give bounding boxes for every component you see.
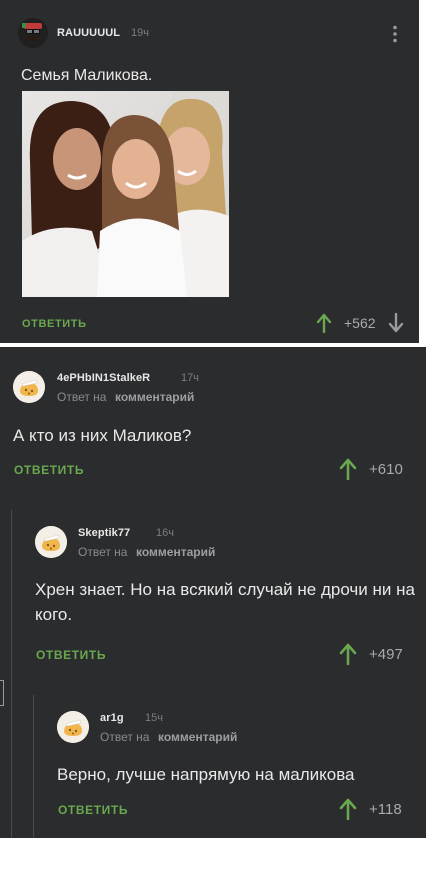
more-menu-button[interactable]: [388, 24, 402, 44]
comment-upvote-button[interactable]: [339, 458, 357, 481]
comment-username[interactable]: Skeptik77: [78, 527, 130, 539]
thread-line: [33, 695, 34, 838]
comment-upvote-button[interactable]: [339, 643, 357, 666]
reply-to-link[interactable]: комментарий: [136, 545, 215, 559]
collapse-thread-handle[interactable]: [0, 680, 4, 706]
upvote-arrow-icon: [316, 313, 332, 334]
comment-time: 17ч: [181, 372, 199, 384]
comment-avatar[interactable]: [13, 371, 45, 403]
post-avatar[interactable]: [18, 18, 48, 48]
post-text: Семья Маликова.: [21, 67, 153, 84]
user-avatar-icon: [18, 18, 48, 48]
reply-to-link[interactable]: комментарий: [158, 730, 237, 744]
comment-reply-button[interactable]: ОТВЕТИТЬ: [36, 648, 106, 662]
comment-text: А кто из них Маликов?: [13, 426, 192, 445]
post-time: 19ч: [131, 27, 149, 39]
post-upvote-button[interactable]: [316, 313, 332, 334]
comment-text: Хрен знает. Но на всякий случай не дрочи…: [35, 580, 415, 624]
comment-reply-button[interactable]: ОТВЕТИТЬ: [14, 463, 84, 477]
reply-to-link[interactable]: комментарий: [115, 390, 194, 404]
comment-time: 15ч: [145, 712, 163, 724]
comment-score: +497: [369, 646, 403, 663]
comment-username[interactable]: 4ePHbIN1StalkeR: [57, 372, 150, 384]
post-score: +562: [344, 315, 376, 331]
cookie-avatar-icon: [13, 371, 45, 403]
upvote-arrow-icon: [339, 458, 357, 481]
post-image[interactable]: [22, 91, 229, 297]
thread-line: [11, 510, 12, 838]
comment-username[interactable]: ar1g: [100, 712, 124, 724]
comment-score: +118: [369, 801, 402, 818]
comment-reply-button[interactable]: ОТВЕТИТЬ: [58, 803, 128, 817]
comment-upvote-button[interactable]: [339, 798, 357, 821]
cookie-avatar-icon: [35, 526, 67, 558]
upvote-arrow-icon: [339, 643, 357, 666]
reply-to-prefix: Ответ на: [100, 730, 150, 744]
family-photo: [22, 91, 229, 297]
comment-text: Верно, лучше напрямую на маликова: [57, 765, 355, 784]
downvote-arrow-icon: [388, 312, 404, 333]
post-downvote-button[interactable]: [388, 312, 404, 333]
comment-avatar[interactable]: [35, 526, 67, 558]
reply-to-prefix: Ответ на: [57, 390, 107, 404]
comment-time: 16ч: [156, 527, 174, 539]
upvote-arrow-icon: [339, 798, 357, 821]
post-reply-button[interactable]: ОТВЕТИТЬ: [22, 318, 87, 330]
comments-panel: 4ePHbIN1StalkeR 17ч Ответ на комментарий…: [0, 347, 426, 838]
more-vertical-icon: [393, 25, 397, 43]
comment-avatar[interactable]: [57, 711, 89, 743]
post-username[interactable]: RAUUUUUL: [57, 27, 120, 39]
reply-to-prefix: Ответ на: [78, 545, 128, 559]
post-card: RAUUUUUL 19ч Семья Маликова. ОТВЕТИТЬ +5…: [0, 0, 419, 343]
comment-score: +610: [369, 461, 403, 478]
cookie-avatar-icon: [57, 711, 89, 743]
